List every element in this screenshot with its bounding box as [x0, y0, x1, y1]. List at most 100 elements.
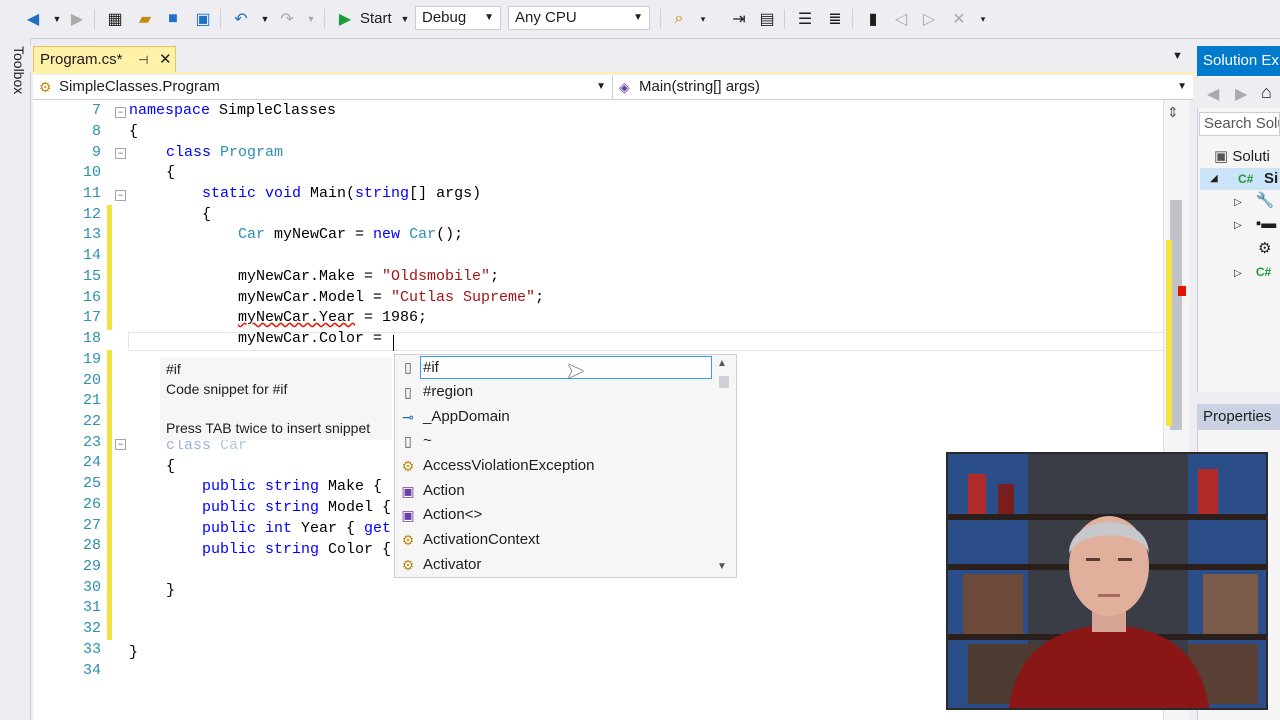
properties-title[interactable]: Properties	[1197, 404, 1280, 430]
forward-icon[interactable]: ▶	[66, 8, 88, 30]
type-scope-combo[interactable]: ⚙ SimpleClasses.Program ▼	[33, 75, 613, 99]
find-in-files-icon[interactable]: ⌕	[668, 8, 690, 30]
clear-bookmarks-icon[interactable]: ✕	[948, 8, 970, 30]
toolbar-overflow-icon[interactable]: ▾	[692, 8, 714, 30]
save-all-icon[interactable]: ▣	[192, 8, 214, 30]
scroll-up-icon[interactable]: ▲	[717, 358, 727, 369]
tree-item[interactable]: ▷ ▪▬	[1234, 213, 1280, 235]
references-icon: ▪▬	[1255, 215, 1277, 232]
tab-program-cs[interactable]: Program.cs* ⊣ ✕	[33, 46, 176, 74]
prev-bookmark-icon[interactable]: ◁	[890, 8, 912, 30]
line-number: 31	[82, 599, 101, 616]
completion-scrollbar[interactable]	[712, 356, 734, 576]
completion-item[interactable]: ⚙ Activator	[395, 553, 713, 578]
code-line: static void Main(string[] args)	[202, 184, 481, 205]
code-text: Year {	[292, 520, 365, 537]
tab-list-dropdown-icon[interactable]: ▼	[1172, 50, 1188, 66]
toolbar-separator	[660, 9, 661, 29]
line-number: 30	[82, 579, 101, 596]
line-number: 26	[82, 496, 101, 513]
line-number: 9	[91, 144, 101, 161]
line-number: 34	[82, 662, 101, 679]
expand-icon[interactable]: ◢	[1210, 168, 1218, 190]
completion-item-label: Action	[423, 482, 465, 499]
completion-item[interactable]: ▯ #if	[395, 355, 713, 380]
start-button-label[interactable]: Start	[360, 10, 392, 27]
member-scope-value: Main(string[] args)	[639, 78, 760, 95]
back-dropdown-icon[interactable]: ▼	[46, 8, 68, 30]
line-number: 18	[82, 330, 101, 347]
line-number: 20	[82, 372, 101, 389]
pin-icon[interactable]: ⊣	[138, 47, 148, 73]
new-project-icon[interactable]: ▦	[104, 8, 126, 30]
platform-value: Any CPU	[515, 9, 577, 26]
split-window-icon[interactable]: ⇕	[1167, 104, 1185, 122]
project-node[interactable]: ◢ C# Si	[1200, 168, 1280, 190]
collapse-icon[interactable]: −	[115, 148, 126, 159]
save-icon[interactable]: ■	[162, 8, 184, 30]
collapse-icon[interactable]: −	[115, 107, 126, 118]
code-line: myNewCar.Color =	[238, 329, 391, 350]
bookmark-icon[interactable]: ▮	[862, 8, 884, 30]
redo-icon[interactable]: ↷	[276, 8, 298, 30]
completion-item[interactable]: ⚙ AccessViolationException	[395, 454, 713, 479]
code-text: Main(	[301, 185, 356, 202]
start-dropdown-icon[interactable]: ▼	[394, 8, 416, 30]
code-line: public string Color {	[202, 540, 391, 561]
back-icon[interactable]: ◀	[1207, 84, 1219, 104]
close-icon[interactable]: ✕	[159, 47, 172, 73]
solution-node[interactable]: ▣ Soluti	[1214, 146, 1280, 168]
tree-item[interactable]: ▷ 🔧	[1234, 190, 1280, 212]
undo-icon[interactable]: ↶	[230, 8, 252, 30]
forward-icon[interactable]: ▶	[1235, 84, 1247, 104]
comment-icon[interactable]: ☰	[794, 8, 816, 30]
completion-item[interactable]: ▣ Action	[395, 479, 713, 504]
string-literal: "Oldsmobile"	[382, 268, 491, 285]
configuration-value: Debug	[422, 9, 467, 26]
tree-item[interactable]: ▷ C#	[1234, 261, 1280, 283]
code-line: namespace SimpleClasses	[129, 101, 336, 122]
line-number: 24	[82, 454, 101, 471]
member-scope-combo[interactable]: ◈ Main(string[] args) ▼	[613, 75, 1193, 99]
text-caret	[393, 335, 394, 351]
tree-item[interactable]: ⚙	[1258, 238, 1280, 260]
completion-item[interactable]: ⚙ ActivationContext	[395, 528, 713, 553]
tooltip-hint: Press TAB twice to insert snippet	[166, 420, 371, 436]
code-line: {	[166, 163, 175, 184]
configuration-combo[interactable]: Debug ▼	[415, 6, 501, 30]
collapse-icon[interactable]: −	[115, 439, 126, 450]
platform-combo[interactable]: Any CPU ▼	[508, 6, 650, 30]
completion-item[interactable]: ⊸ _AppDomain	[395, 405, 713, 430]
intellisense-completion-list[interactable]: ▯ #if ▯ #region ⊸ _AppDomain ▯ ~ ⚙ Acces…	[394, 354, 737, 578]
scroll-down-icon[interactable]: ▼	[717, 561, 727, 572]
toolbar-overflow-icon[interactable]: ▾	[972, 8, 994, 30]
completion-item[interactable]: ▯ ~	[395, 429, 713, 454]
start-icon[interactable]: ▶	[334, 8, 356, 30]
redo-dropdown-icon[interactable]: ▼	[300, 8, 322, 30]
class-icon: ⚙	[39, 79, 52, 95]
completion-item[interactable]: ▯ #region	[395, 380, 713, 405]
code-text: [] args)	[409, 185, 482, 202]
solution-explorer-title[interactable]: Solution Ex	[1197, 46, 1280, 76]
toolbox-tab[interactable]: Toolbox	[3, 46, 27, 106]
home-icon[interactable]: ⌂	[1261, 82, 1272, 103]
line-number: 11	[82, 185, 101, 202]
completion-item[interactable]: ▣ Action<>	[395, 503, 713, 528]
code-line: myNewCar.Model = "Cutlas Supreme";	[238, 288, 544, 309]
step-icon[interactable]: ⇥	[728, 8, 750, 30]
line-number: 19	[82, 351, 101, 368]
code-line: }	[166, 581, 175, 602]
open-file-icon[interactable]: ▰	[134, 8, 156, 30]
solution-search-input[interactable]: Search Solu	[1199, 112, 1280, 136]
keyword: new	[373, 226, 401, 243]
collapse-icon[interactable]: −	[115, 190, 126, 201]
code-text: ;	[490, 268, 500, 285]
code-line: }	[129, 643, 138, 664]
main-toolbar: ◀ ▼ ▶ ▦ ▰ ■ ▣ ↶ ▼ ↷ ▼ ▶ Start ▼ Debug ▼ …	[0, 0, 1280, 39]
next-bookmark-icon[interactable]: ▷	[918, 8, 940, 30]
format-icon[interactable]: ▤	[756, 8, 778, 30]
undo-dropdown-icon[interactable]: ▼	[254, 8, 276, 30]
uncomment-icon[interactable]: ≣	[824, 8, 846, 30]
back-icon[interactable]: ◀	[22, 8, 44, 30]
completion-scroll-thumb[interactable]	[719, 376, 729, 388]
